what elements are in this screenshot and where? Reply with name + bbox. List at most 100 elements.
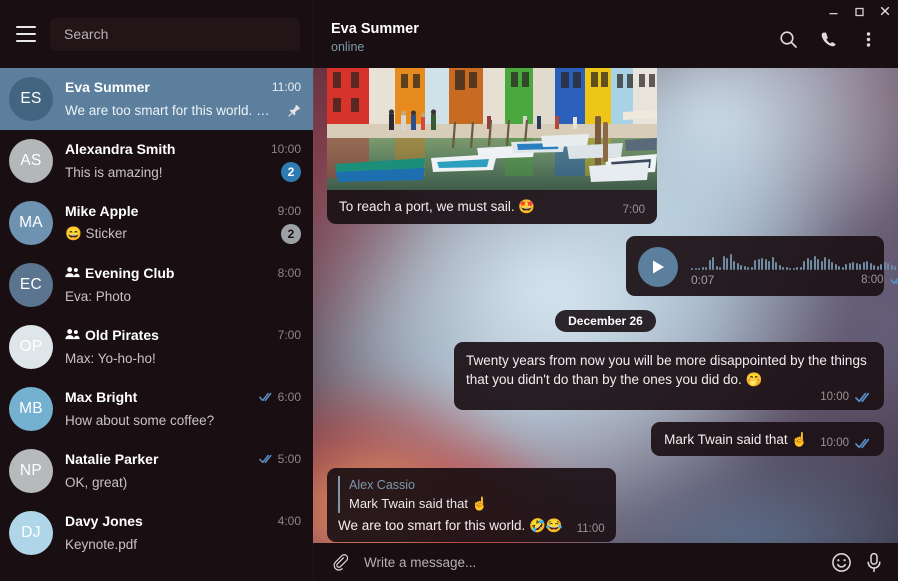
chat-list-item[interactable]: EC Evening Club 8:00 Eva: Photo: [0, 254, 313, 316]
message-row: 0:07 8:00: [327, 236, 898, 308]
search-icon[interactable]: [772, 23, 804, 55]
chat-item-previewline: We are too smart for this world. …: [65, 99, 301, 121]
waveform-bar: [782, 266, 784, 270]
waveform-bar: [743, 265, 746, 270]
chat-list-item[interactable]: DJ Davy Jones 4:00 Keynote.pdf: [0, 502, 313, 564]
quoted-message[interactable]: Alex Cassio Mark Twain said that ☝️: [338, 476, 605, 513]
avatar: OP: [9, 325, 53, 369]
chat-item-body: Max Bright 6:00 How about some coffee?: [65, 387, 301, 431]
time-text: 6:00: [277, 390, 301, 404]
waveform-bar: [778, 264, 781, 270]
waveform-bar: [768, 260, 770, 270]
chat-item-body: Old Pirates 7:00 Max: Yo-ho-ho!: [65, 325, 301, 369]
chat-item-body: Mike Apple 9:00 😄 Sticker 2: [65, 201, 301, 245]
close-icon[interactable]: [872, 0, 898, 22]
chat-list-item[interactable]: MA Mike Apple 9:00 😄 Sticker 2: [0, 192, 313, 254]
message-list[interactable]: To reach a port, we must sail. 🤩 7:00 0:…: [313, 60, 898, 543]
waveform-bar: [841, 266, 844, 270]
waveform-bar: [740, 264, 742, 270]
chat-item-preview: Keynote.pdf: [65, 536, 138, 552]
quoted-text: Mark Twain said that ☝️: [349, 496, 488, 511]
waveform-bar: [859, 263, 861, 270]
minimize-icon[interactable]: [820, 0, 846, 22]
chat-item-titleline: Eva Summer 11:00: [65, 77, 301, 97]
chat-item-previewline: OK, great): [65, 471, 301, 493]
read-ticks-icon: [855, 438, 872, 449]
chat-item-titleline: Max Bright 6:00: [65, 387, 301, 407]
waveform-bar: [764, 258, 767, 270]
chat-item-preview: This is amazing!: [65, 164, 163, 180]
chat-item-titleline: Mike Apple 9:00: [65, 201, 301, 221]
sidebar-toolbar: Search: [0, 0, 313, 68]
message-time: 11:00: [576, 523, 605, 535]
text-message-bubble[interactable]: Mark Twain said that ☝️ 10:00: [651, 422, 884, 456]
window-titlebar: [313, 0, 898, 22]
chat-list-item[interactable]: MB Max Bright 6:00 How about some coffee?: [0, 378, 313, 440]
read-ticks-icon: [855, 392, 872, 403]
message-row: Mark Twain said that ☝️ 10:00: [327, 422, 884, 468]
avatar: EC: [9, 263, 53, 307]
avatar: AS: [9, 139, 53, 183]
chat-status: online: [331, 40, 365, 54]
chat-list-item[interactable]: OP Old Pirates 7:00 Max: Yo-ho-ho!: [0, 316, 313, 378]
waveform-bar: [708, 259, 711, 270]
message-meta: 10:00: [820, 437, 872, 449]
chat-list-item[interactable]: AS Alexandra Smith 10:00 This is amazing! 2: [0, 130, 313, 192]
chat-item-preview: We are too smart for this world. …: [65, 102, 270, 118]
waveform-bar: [771, 256, 774, 270]
waveform-bar: [824, 256, 826, 270]
reply-message-bubble[interactable]: Alex Cassio Mark Twain said that ☝️ We a…: [327, 468, 616, 542]
phone-icon[interactable]: [812, 23, 844, 55]
chat-item-time: 5:00: [258, 452, 301, 466]
microphone-icon[interactable]: [864, 552, 884, 573]
chat-item-time: 8:00: [278, 266, 301, 280]
chat-item-time: 4:00: [278, 514, 301, 528]
waveform-bar: [838, 265, 840, 270]
avatar: MA: [9, 201, 53, 245]
chat-list-item[interactable]: NP Natalie Parker 5:00 OK, great): [0, 440, 313, 502]
group-icon: [65, 328, 80, 340]
maximize-icon[interactable]: [846, 0, 872, 22]
waveform-bar: [694, 267, 697, 270]
chat-item-name: Alexandra Smith: [65, 141, 263, 157]
chat-panel: Eva Summer online To reach a port, we mu…: [313, 0, 898, 581]
time-text: 8:00: [277, 266, 301, 280]
waveform-bar: [834, 263, 837, 270]
search-input[interactable]: Search: [50, 17, 300, 51]
photo-message-bubble[interactable]: To reach a port, we must sail. 🤩 7:00: [327, 60, 657, 224]
chat-item-body: Natalie Parker 5:00 OK, great): [65, 449, 301, 493]
chat-item-time: 11:00: [272, 80, 301, 94]
play-icon[interactable]: [638, 247, 678, 287]
reply-footer: We are too smart for this world. 🤣😂 11:0…: [338, 516, 605, 535]
smiley-icon[interactable]: [831, 552, 852, 573]
chat-item-preview: Max: Yo-ho-ho!: [65, 350, 156, 366]
waveform-bar: [813, 255, 816, 270]
chat-list[interactable]: ES Eva Summer 11:00 We are too smart for th…: [0, 68, 313, 581]
chat-name-text: Mike Apple: [65, 203, 139, 219]
waveform-bar: [890, 264, 893, 270]
chat-list-item[interactable]: ES Eva Summer 11:00 We are too smart for th…: [0, 68, 313, 130]
waveform-bar: [803, 260, 805, 270]
hamburger-menu-icon[interactable]: [11, 19, 41, 49]
more-vertical-icon[interactable]: [852, 23, 884, 55]
voice-message-bubble[interactable]: 0:07 8:00: [626, 236, 898, 296]
chat-item-time: 9:00: [278, 204, 301, 218]
photo-attachment[interactable]: [327, 60, 657, 190]
voice-footer: 0:07 8:00: [691, 273, 898, 287]
voice-duration: 0:07: [691, 272, 715, 287]
message-time: 8:00: [861, 273, 884, 286]
text-message-bubble[interactable]: Twenty years from now you will be more d…: [454, 342, 884, 410]
voice-waveform[interactable]: [691, 248, 898, 270]
photo-caption: To reach a port, we must sail. 🤩: [339, 199, 536, 214]
chat-item-titleline: Davy Jones 4:00: [65, 511, 301, 531]
waveform-bar: [761, 257, 763, 270]
paperclip-icon[interactable]: [331, 553, 350, 572]
waveform-bar: [810, 259, 812, 270]
waveform-bar: [726, 257, 728, 270]
chat-item-name: Eva Summer: [65, 79, 264, 95]
read-ticks-icon: [889, 274, 898, 285]
avatar: DJ: [9, 511, 53, 555]
message-input[interactable]: Write a message...: [364, 555, 817, 570]
search-placeholder: Search: [64, 26, 109, 42]
waveform-bar: [698, 267, 700, 270]
